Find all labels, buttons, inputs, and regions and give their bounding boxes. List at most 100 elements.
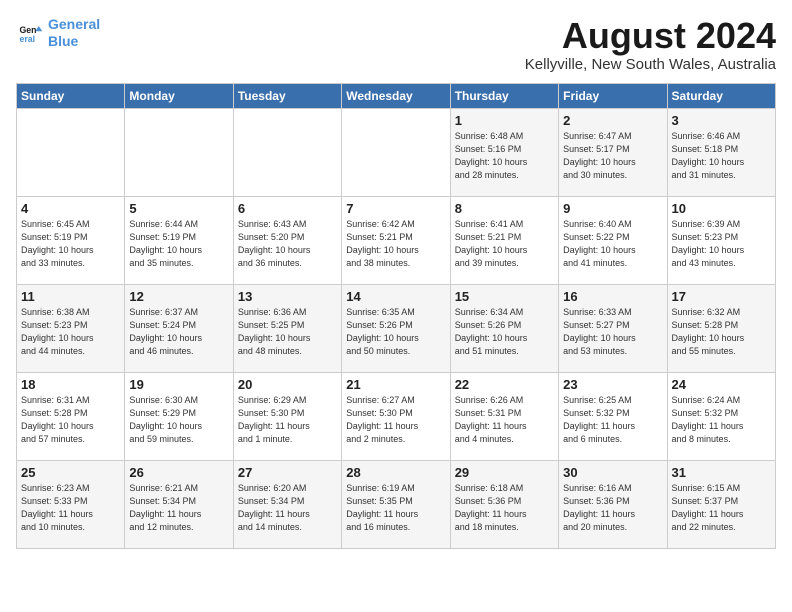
day-info: Sunrise: 6:35 AM Sunset: 5:26 PM Dayligh… <box>346 306 445 358</box>
day-number: 1 <box>455 113 554 128</box>
day-info: Sunrise: 6:32 AM Sunset: 5:28 PM Dayligh… <box>672 306 771 358</box>
calendar-cell: 1 Sunrise: 6:48 AM Sunset: 5:16 PM Daylig… <box>450 108 558 196</box>
calendar-cell: 8 Sunrise: 6:41 AM Sunset: 5:21 PM Daylig… <box>450 196 558 284</box>
calendar-week-2: 4 Sunrise: 6:45 AM Sunset: 5:19 PM Daylig… <box>17 196 776 284</box>
calendar-week-4: 18Sunrise: 6:31 AM Sunset: 5:28 PM Dayli… <box>17 372 776 460</box>
logo-name: GeneralBlue <box>48 16 100 50</box>
calendar-cell <box>17 108 125 196</box>
calendar-cell: 31 Sunrise: 6:15 AM Sunset: 5:37 PM Dayli… <box>667 460 775 548</box>
day-number: 21 <box>346 377 445 392</box>
day-number: 17 <box>672 289 771 304</box>
calendar-cell: 22 Sunrise: 6:26 AM Sunset: 5:31 PM Dayli… <box>450 372 558 460</box>
day-number: 16 <box>563 289 662 304</box>
calendar-body: 1 Sunrise: 6:48 AM Sunset: 5:16 PM Daylig… <box>17 108 776 548</box>
column-header-monday: Monday <box>125 83 233 108</box>
day-number: 3 <box>672 113 771 128</box>
calendar-subtitle: Kellyville, New South Wales, Australia <box>525 56 776 73</box>
column-header-thursday: Thursday <box>450 83 558 108</box>
day-number: 29 <box>455 465 554 480</box>
day-info: Sunrise: 6:24 AM Sunset: 5:32 PM Dayligh… <box>672 394 771 446</box>
calendar-cell: 10Sunrise: 6:39 AM Sunset: 5:23 PM Dayli… <box>667 196 775 284</box>
calendar-cell: 7 Sunrise: 6:42 AM Sunset: 5:21 PM Daylig… <box>342 196 450 284</box>
calendar-week-3: 11Sunrise: 6:38 AM Sunset: 5:23 PM Dayli… <box>17 284 776 372</box>
calendar-cell: 15 Sunrise: 6:34 AM Sunset: 5:26 PM Dayli… <box>450 284 558 372</box>
calendar-cell <box>342 108 450 196</box>
calendar-cell: 9Sunrise: 6:40 AM Sunset: 5:22 PM Daylig… <box>559 196 667 284</box>
calendar-title: August 2024 <box>525 16 776 56</box>
calendar-cell: 6Sunrise: 6:43 AM Sunset: 5:20 PM Daylig… <box>233 196 341 284</box>
calendar-cell: 21 Sunrise: 6:27 AM Sunset: 5:30 PM Dayli… <box>342 372 450 460</box>
day-info: Sunrise: 6:20 AM Sunset: 5:34 PM Dayligh… <box>238 482 337 534</box>
calendar-cell: 25 Sunrise: 6:23 AM Sunset: 5:33 PM Dayli… <box>17 460 125 548</box>
day-info: Sunrise: 6:42 AM Sunset: 5:21 PM Dayligh… <box>346 218 445 270</box>
day-number: 7 <box>346 201 445 216</box>
day-number: 24 <box>672 377 771 392</box>
day-info: Sunrise: 6:18 AM Sunset: 5:36 PM Dayligh… <box>455 482 554 534</box>
day-info: Sunrise: 6:37 AM Sunset: 5:24 PM Dayligh… <box>129 306 228 358</box>
day-info: Sunrise: 6:29 AM Sunset: 5:30 PM Dayligh… <box>238 394 337 446</box>
calendar-header-row: SundayMondayTuesdayWednesdayThursdayFrid… <box>17 83 776 108</box>
column-header-wednesday: Wednesday <box>342 83 450 108</box>
day-number: 4 <box>21 201 120 216</box>
day-number: 31 <box>672 465 771 480</box>
calendar-week-1: 1 Sunrise: 6:48 AM Sunset: 5:16 PM Daylig… <box>17 108 776 196</box>
day-info: Sunrise: 6:45 AM Sunset: 5:19 PM Dayligh… <box>21 218 120 270</box>
day-number: 5 <box>129 201 228 216</box>
logo-icon: Gen eral <box>16 19 44 47</box>
day-info: Sunrise: 6:19 AM Sunset: 5:35 PM Dayligh… <box>346 482 445 534</box>
calendar-cell: 26 Sunrise: 6:21 AM Sunset: 5:34 PM Dayli… <box>125 460 233 548</box>
column-header-sunday: Sunday <box>17 83 125 108</box>
column-header-tuesday: Tuesday <box>233 83 341 108</box>
day-number: 25 <box>21 465 120 480</box>
calendar-cell: 23 Sunrise: 6:25 AM Sunset: 5:32 PM Dayli… <box>559 372 667 460</box>
day-number: 23 <box>563 377 662 392</box>
day-info: Sunrise: 6:33 AM Sunset: 5:27 PM Dayligh… <box>563 306 662 358</box>
day-number: 30 <box>563 465 662 480</box>
calendar-cell: 16 Sunrise: 6:33 AM Sunset: 5:27 PM Dayli… <box>559 284 667 372</box>
day-info: Sunrise: 6:16 AM Sunset: 5:36 PM Dayligh… <box>563 482 662 534</box>
column-header-friday: Friday <box>559 83 667 108</box>
day-info: Sunrise: 6:26 AM Sunset: 5:31 PM Dayligh… <box>455 394 554 446</box>
calendar-cell: 3Sunrise: 6:46 AM Sunset: 5:18 PM Daylig… <box>667 108 775 196</box>
calendar-cell: 12 Sunrise: 6:37 AM Sunset: 5:24 PM Dayli… <box>125 284 233 372</box>
day-number: 26 <box>129 465 228 480</box>
calendar-week-5: 25 Sunrise: 6:23 AM Sunset: 5:33 PM Dayli… <box>17 460 776 548</box>
calendar-cell: 14 Sunrise: 6:35 AM Sunset: 5:26 PM Dayli… <box>342 284 450 372</box>
day-number: 2 <box>563 113 662 128</box>
day-info: Sunrise: 6:47 AM Sunset: 5:17 PM Dayligh… <box>563 130 662 182</box>
day-number: 11 <box>21 289 120 304</box>
day-number: 8 <box>455 201 554 216</box>
day-info: Sunrise: 6:25 AM Sunset: 5:32 PM Dayligh… <box>563 394 662 446</box>
calendar-cell: 4 Sunrise: 6:45 AM Sunset: 5:19 PM Daylig… <box>17 196 125 284</box>
day-info: Sunrise: 6:23 AM Sunset: 5:33 PM Dayligh… <box>21 482 120 534</box>
calendar-cell: 11Sunrise: 6:38 AM Sunset: 5:23 PM Dayli… <box>17 284 125 372</box>
day-number: 15 <box>455 289 554 304</box>
calendar-cell: 28 Sunrise: 6:19 AM Sunset: 5:35 PM Dayli… <box>342 460 450 548</box>
calendar-cell <box>125 108 233 196</box>
day-info: Sunrise: 6:27 AM Sunset: 5:30 PM Dayligh… <box>346 394 445 446</box>
day-number: 19 <box>129 377 228 392</box>
day-number: 10 <box>672 201 771 216</box>
day-number: 22 <box>455 377 554 392</box>
day-info: Sunrise: 6:31 AM Sunset: 5:28 PM Dayligh… <box>21 394 120 446</box>
day-info: Sunrise: 6:36 AM Sunset: 5:25 PM Dayligh… <box>238 306 337 358</box>
day-number: 28 <box>346 465 445 480</box>
day-info: Sunrise: 6:41 AM Sunset: 5:21 PM Dayligh… <box>455 218 554 270</box>
day-number: 13 <box>238 289 337 304</box>
day-number: 14 <box>346 289 445 304</box>
day-number: 27 <box>238 465 337 480</box>
calendar-table: SundayMondayTuesdayWednesdayThursdayFrid… <box>16 83 776 549</box>
day-info: Sunrise: 6:40 AM Sunset: 5:22 PM Dayligh… <box>563 218 662 270</box>
day-info: Sunrise: 6:48 AM Sunset: 5:16 PM Dayligh… <box>455 130 554 182</box>
calendar-cell: 24 Sunrise: 6:24 AM Sunset: 5:32 PM Dayli… <box>667 372 775 460</box>
day-info: Sunrise: 6:21 AM Sunset: 5:34 PM Dayligh… <box>129 482 228 534</box>
day-info: Sunrise: 6:30 AM Sunset: 5:29 PM Dayligh… <box>129 394 228 446</box>
svg-text:eral: eral <box>20 34 36 44</box>
day-info: Sunrise: 6:15 AM Sunset: 5:37 PM Dayligh… <box>672 482 771 534</box>
calendar-cell: 2 Sunrise: 6:47 AM Sunset: 5:17 PM Daylig… <box>559 108 667 196</box>
day-info: Sunrise: 6:34 AM Sunset: 5:26 PM Dayligh… <box>455 306 554 358</box>
calendar-cell <box>233 108 341 196</box>
title-section: August 2024 Kellyville, New South Wales,… <box>525 16 776 73</box>
calendar-cell: 29 Sunrise: 6:18 AM Sunset: 5:36 PM Dayli… <box>450 460 558 548</box>
day-number: 12 <box>129 289 228 304</box>
